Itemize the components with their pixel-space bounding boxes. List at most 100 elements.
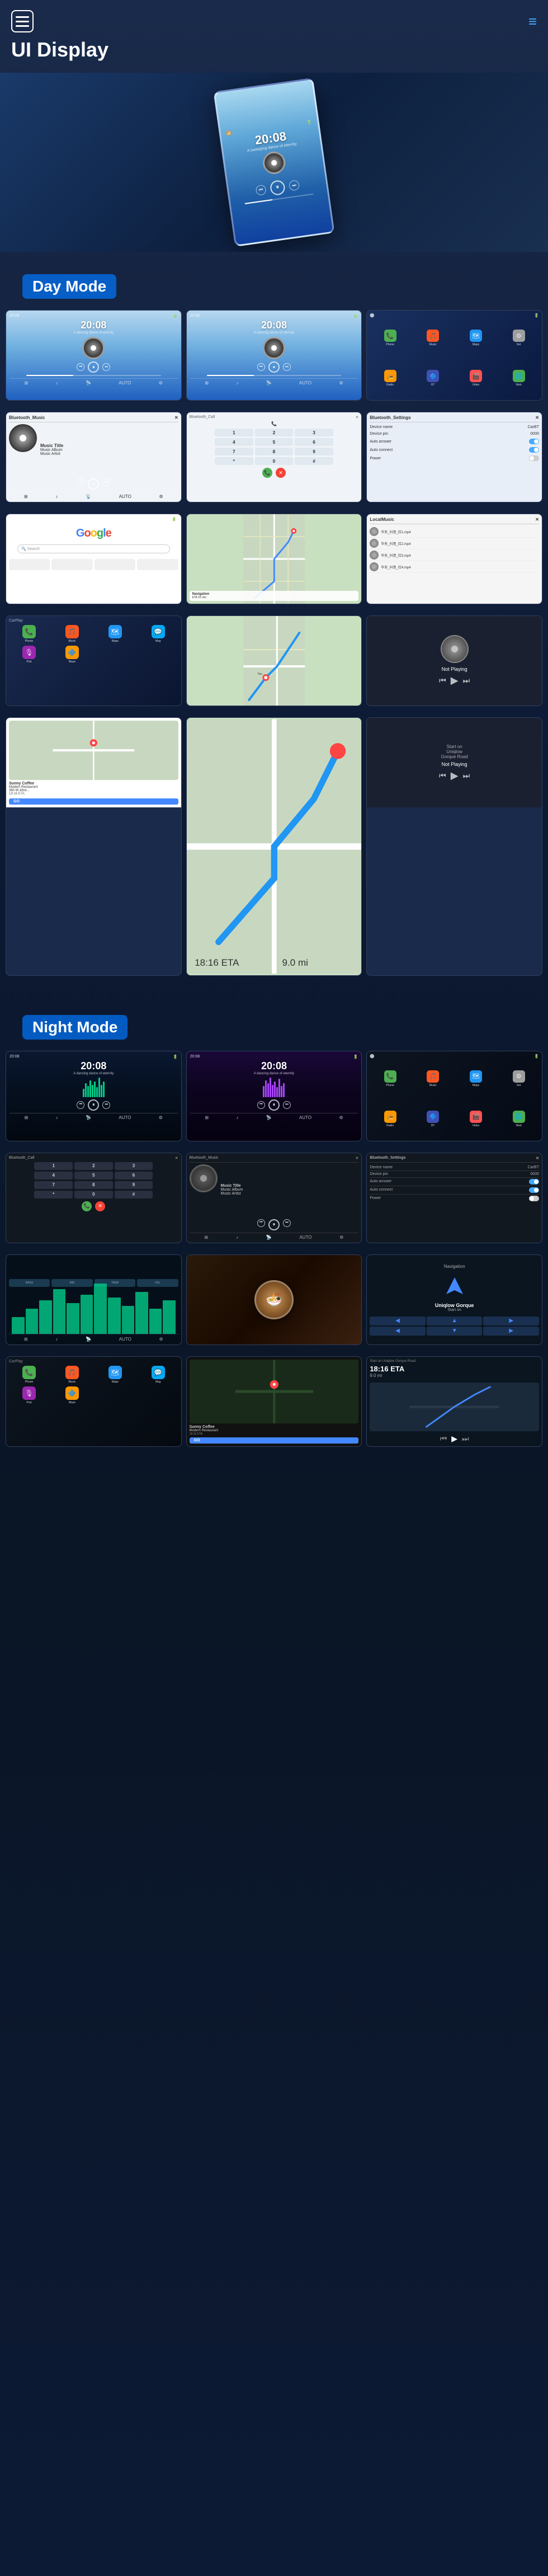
day-nav-map[interactable]: You <box>186 615 362 706</box>
nbm-b4[interactable]: AUTO <box>299 1235 311 1240</box>
cp-waze[interactable]: 🔷 Waze <box>52 646 92 664</box>
na-browser[interactable]: 🌐 Web <box>498 1100 539 1138</box>
np2-prev[interactable]: ⏮ <box>439 771 446 781</box>
nn-7[interactable]: 7 <box>34 1181 73 1189</box>
night-photo[interactable]: 🍜 <box>186 1254 362 1345</box>
nbm-b5[interactable]: ⚙ <box>339 1235 343 1240</box>
day-music-screen-2[interactable]: 20:08 🔋 20:08 A dancing dance of eternit… <box>186 310 362 401</box>
nn-5[interactable]: 5 <box>74 1172 113 1179</box>
nn-4[interactable]: 4 <box>34 1172 73 1179</box>
wave-ctrl-1[interactable]: BASS <box>9 1279 50 1287</box>
cp-phone[interactable]: 📞 Phone <box>9 625 49 643</box>
night-eta[interactable]: Start on Uniqlow Gorque Road 18:16 ETA 9… <box>366 1356 542 1447</box>
na-settings[interactable]: ⚙ Set <box>498 1060 539 1098</box>
nbc-end[interactable]: ✕ <box>95 1201 105 1211</box>
wave-b1[interactable]: ⊞ <box>24 1337 28 1342</box>
num-3[interactable]: 3 <box>295 429 333 436</box>
app-settings[interactable]: ⚙ Set <box>498 319 539 357</box>
app-bt[interactable]: 🔷 BT <box>413 359 453 397</box>
ncp-maps[interactable]: 🗺 Maps <box>95 1366 135 1384</box>
nn-9[interactable]: 9 <box>115 1181 153 1189</box>
day-carplay-apps[interactable]: CarPlay 📞 Phone 🎵 Music 🗺 Maps 💬 Msg <box>6 615 182 706</box>
np2-play[interactable]: ▶ <box>451 770 459 782</box>
btm-b1[interactable]: ⊞ <box>24 494 28 499</box>
nm2-play[interactable]: ⏸ <box>268 1099 280 1111</box>
night-tbt[interactable]: Navigation Uniqlow Gorque Start on ◀ ▲ ▶… <box>366 1254 542 1345</box>
nm2-b5[interactable]: ⚙ <box>339 1115 343 1120</box>
nm2-prev[interactable]: ⏮ <box>257 1101 265 1109</box>
day-bt-music[interactable]: Bluetooth_Music ✕ Music Title Music Albu… <box>6 412 182 502</box>
neta-play[interactable]: ▶ <box>451 1434 457 1444</box>
na-maps[interactable]: 🗺 Maps <box>456 1060 497 1098</box>
lm-item-3[interactable]: 华东_抖音_红3.mp4 <box>370 549 539 561</box>
num-1[interactable]: 1 <box>215 429 253 436</box>
np-prev[interactable]: ⏮ <box>439 676 446 685</box>
nn-3[interactable]: 3 <box>115 1162 153 1170</box>
night-bt-music[interactable]: Bluetooth_Music ✕ Music Title Music Albu… <box>186 1153 362 1243</box>
nn-hash[interactable]: # <box>115 1191 153 1198</box>
np2-next[interactable]: ⏭ <box>463 771 470 781</box>
na-radio[interactable]: 📻 Radio <box>370 1100 410 1138</box>
sm2-b2[interactable]: ♪ <box>236 380 238 386</box>
nbs-answer-toggle[interactable] <box>529 1179 539 1184</box>
na-video[interactable]: 🎬 Video <box>456 1100 497 1138</box>
ncp-phone[interactable]: 📞 Phone <box>9 1366 49 1384</box>
end-btn[interactable]: ✕ <box>276 468 286 478</box>
bookmark-1[interactable] <box>9 559 50 570</box>
tbt-c3[interactable]: ▶ <box>483 1317 539 1325</box>
nbm-prev[interactable]: ⏮ <box>257 1219 265 1227</box>
wave-b3[interactable]: 📡 <box>86 1337 91 1342</box>
btm-b4[interactable]: AUTO <box>119 494 131 499</box>
bookmark-2[interactable] <box>51 559 92 570</box>
day-coffee-card[interactable]: Sunny Coffee Modern Restaurant 360 W 43r… <box>6 717 182 976</box>
day-music-screen-1[interactable]: 20:08 🔋 20:08 A dancing dance of eternit… <box>6 310 182 401</box>
auto-connect-toggle[interactable] <box>529 447 539 453</box>
sm2-play[interactable]: ⏸ <box>268 361 280 373</box>
sm-play-1[interactable]: ⏸ <box>88 361 99 373</box>
night-apps[interactable]: 🕐 🔋 📞 Phone 🎵 Music 🗺 Maps ⚙ S <box>366 1051 542 1141</box>
nn-6[interactable]: 6 <box>115 1172 153 1179</box>
num-hash[interactable]: # <box>295 457 333 465</box>
num-9[interactable]: 9 <box>295 448 333 455</box>
night-bt-settings[interactable]: Bluetooth_Settings ✕ Device name CarBT D… <box>366 1153 542 1243</box>
tbt-c5[interactable]: ▼ <box>427 1327 483 1336</box>
bt-music-close[interactable]: ✕ <box>174 415 178 420</box>
bt-next[interactable]: ⏭ <box>102 478 110 486</box>
ncp-msg[interactable]: 💬 Msg <box>138 1366 178 1384</box>
tbt-c2[interactable]: ▲ <box>427 1317 483 1325</box>
bt-play[interactable]: ⏸ <box>88 478 99 490</box>
nbm-next[interactable]: ⏭ <box>283 1219 291 1227</box>
nm2-next[interactable]: ⏭ <box>283 1101 291 1109</box>
hero-play-btn[interactable]: ⏸ <box>270 179 286 195</box>
ncp-music[interactable]: 🎵 Music <box>52 1366 92 1384</box>
lm-item-2[interactable]: 华东_抖音_红2.mp4 <box>370 538 539 549</box>
day-bt-call[interactable]: Bluetooth_Call ✕ 📞 1 2 3 4 5 6 7 8 9 * 0… <box>186 412 362 502</box>
app-phone[interactable]: 📞 Phone <box>370 319 410 357</box>
coffee-go-btn[interactable]: GO <box>9 798 178 805</box>
nm1-b4[interactable]: AUTO <box>119 1115 131 1120</box>
nn-8[interactable]: 8 <box>74 1181 113 1189</box>
np-play[interactable]: ▶ <box>451 675 459 687</box>
sm-next-1[interactable]: ⏭ <box>102 363 110 371</box>
neta-prev[interactable]: ⏮ <box>440 1434 447 1444</box>
sm-nav-2[interactable]: ♪ <box>56 380 58 386</box>
cp-podcast[interactable]: 🎙 Pod <box>9 646 49 664</box>
sm-nav-5[interactable]: ⚙ <box>159 380 163 386</box>
nm2-b2[interactable]: ♪ <box>236 1115 238 1120</box>
na-bt[interactable]: 🔷 BT <box>413 1100 453 1138</box>
bt-call-close[interactable]: ✕ <box>355 415 358 420</box>
day-eta-card[interactable]: 9.0 mi 18:16 ETA <box>186 717 362 976</box>
bookmark-3[interactable] <box>95 559 135 570</box>
sm2-b4[interactable]: AUTO <box>299 380 311 386</box>
day-apps-screen[interactable]: 🕐 🔋 📞 Phone 🎵 Music 🗺 Maps ⚙ S <box>366 310 542 401</box>
day-google-screen[interactable]: 🔋 Google 🔍 Search <box>6 514 182 604</box>
ncp-pod[interactable]: 🎙 Pod <box>9 1386 49 1404</box>
nbm-play[interactable]: ⏸ <box>268 1219 280 1230</box>
nm2-b1[interactable]: ⊞ <box>205 1115 209 1120</box>
wave-b4[interactable]: AUTO <box>119 1337 131 1342</box>
num-2[interactable]: 2 <box>255 429 294 436</box>
cp-maps[interactable]: 🗺 Maps <box>95 625 135 643</box>
btm-b5[interactable]: ⚙ <box>159 494 163 499</box>
wave-b2[interactable]: ♪ <box>55 1337 58 1342</box>
btm-b3[interactable]: 📡 <box>86 494 91 499</box>
